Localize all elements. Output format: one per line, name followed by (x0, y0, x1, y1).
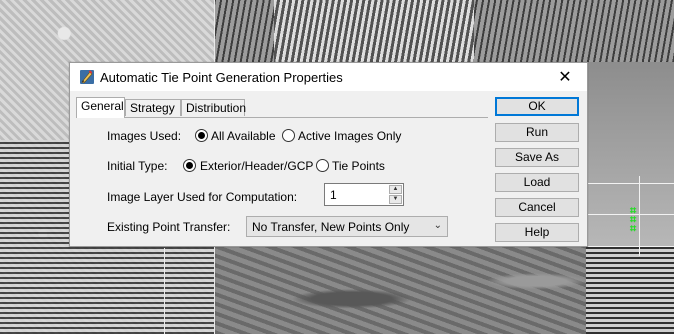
tie-point-markers: ⌗ ⌗ ⌗ (630, 204, 637, 235)
cancel-button[interactable]: Cancel (495, 198, 579, 217)
help-button[interactable]: Help (495, 223, 579, 242)
pencil-app-icon (79, 69, 95, 85)
image-layer-value[interactable]: 1 (330, 188, 337, 202)
radio-active-images-only[interactable] (282, 129, 295, 142)
tie-point-properties-dialog: Automatic Tie Point Generation Propertie… (69, 62, 588, 247)
image-layer-stepper[interactable]: 1 ▲ ▼ (324, 183, 404, 206)
tab-strategy[interactable]: Strategy (125, 99, 181, 116)
radio-tie-points-label[interactable]: Tie Points (332, 159, 385, 173)
save-as-button[interactable]: Save As (495, 148, 579, 167)
imagery-top-panel (214, 0, 674, 62)
stepper-up-arrow-icon[interactable]: ▲ (389, 185, 402, 194)
radio-active-images-only-label[interactable]: Active Images Only (298, 129, 401, 143)
point-transfer-selected[interactable]: No Transfer, New Points Only (252, 220, 409, 234)
dialog-title: Automatic Tie Point Generation Propertie… (100, 70, 343, 85)
load-button[interactable]: Load (495, 173, 579, 192)
stepper-down-arrow-icon[interactable]: ▼ (389, 195, 402, 204)
image-layer-label: Image Layer Used for Computation: (107, 190, 298, 204)
radio-exterior-header-gcp[interactable] (183, 159, 196, 172)
close-button[interactable]: ✕ (543, 63, 587, 91)
ok-button[interactable]: OK (495, 97, 579, 116)
run-button[interactable]: Run (495, 123, 579, 142)
tab-general[interactable]: General (76, 97, 125, 118)
image-seam-line-lower (164, 248, 165, 334)
point-transfer-dropdown[interactable]: No Transfer, New Points Only ⌄ (246, 216, 448, 237)
radio-tie-points[interactable] (316, 159, 329, 172)
radio-all-available-label[interactable]: All Available (211, 129, 276, 143)
point-transfer-label: Existing Point Transfer: (107, 220, 231, 234)
imagery-field-band (274, 0, 474, 62)
radio-exterior-header-gcp-label[interactable]: Exterior/Header/GCP (200, 159, 313, 173)
stepper-buttons: ▲ ▼ (389, 185, 402, 204)
chevron-down-icon[interactable]: ⌄ (434, 220, 442, 231)
images-used-label: Images Used: (107, 129, 182, 143)
imagery-right-urban (586, 246, 674, 334)
radio-all-available[interactable] (195, 129, 208, 142)
title-bar[interactable]: Automatic Tie Point Generation Propertie… (70, 63, 587, 91)
initial-type-label: Initial Type: (107, 159, 168, 173)
tab-distribution[interactable]: Distribution (181, 99, 246, 116)
